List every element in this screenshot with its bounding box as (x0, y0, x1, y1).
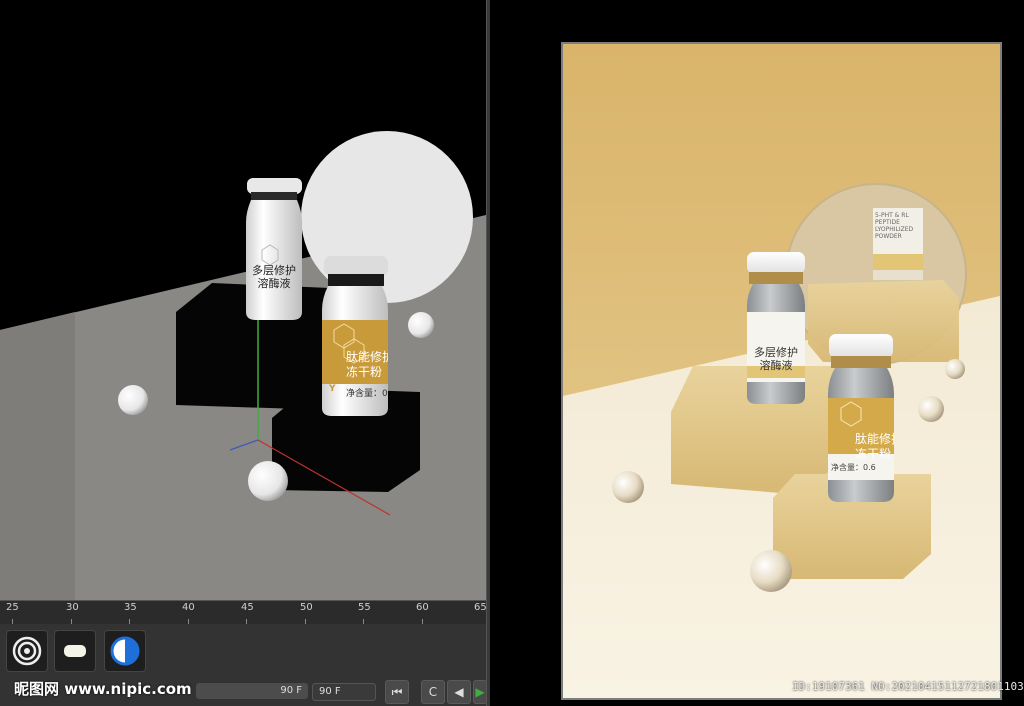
viewport-front-bottle-label: 肽能修护 冻干粉 (346, 350, 388, 380)
front-bottle-line1: 肽能修护 (346, 350, 388, 364)
preview-end-field[interactable]: 90 F (312, 683, 376, 701)
render-bottle-right (828, 334, 894, 502)
render-right-net: 净含量：0.6 (831, 463, 876, 472)
area-light-button[interactable] (54, 630, 96, 672)
render-left-line2: 溶酶液 (759, 359, 793, 372)
render-right-line1: 肽能修护 (855, 432, 894, 446)
sphere-left (118, 385, 148, 415)
loop-button[interactable]: C (421, 680, 445, 704)
render-left-line1: 多层修护 (754, 346, 798, 359)
back-bottle-line1: 多层修护 (252, 264, 296, 277)
3d-viewport[interactable]: 多层修护 溶酶液 肽能修护 冻干粉 净含量：0. Y (0, 0, 486, 600)
back-bottle-line2: 溶酶液 (257, 277, 291, 290)
tick-label: 25 (6, 602, 19, 613)
render-frame: 多层修护 溶酶液 肽能修护 冻干粉 净含量：0.6 5-PHT & RL PEP… (561, 42, 1002, 700)
viewport-back-bottle-label: 多层修护 溶酶液 (249, 264, 299, 290)
area-light-icon (64, 645, 86, 657)
front-bottle-mark: Y (329, 384, 336, 394)
light-target-icon (12, 636, 42, 666)
front-bottle-line2: 冻干粉 (346, 365, 383, 379)
tick-label: 60 (416, 602, 429, 613)
end-frame-field[interactable]: 90 F (196, 683, 308, 699)
timeline-ruler[interactable]: 25 30 35 40 45 50 55 60 65 (0, 600, 486, 625)
glass-sphere (612, 471, 644, 503)
tick-label: 30 (66, 602, 79, 613)
viewport-scene (0, 0, 486, 600)
render-right-line2: 冻干粉 (855, 447, 892, 461)
tick-label: 40 (182, 602, 195, 613)
nipic-watermark: 昵图网 www.nipic.com (14, 680, 192, 698)
front-bottle-net: 净含量：0. (346, 389, 388, 399)
play-forward-button[interactable]: ▶ (473, 680, 486, 704)
light-target-button[interactable] (6, 630, 48, 672)
glass-sphere (750, 550, 792, 592)
backdrop-disc (301, 131, 473, 303)
tick-label: 45 (241, 602, 254, 613)
glass-sphere (918, 396, 944, 422)
image-id-watermark: ID:19107361 NO:20210415112721801103 (792, 680, 1024, 693)
tick-label: 65 (474, 602, 486, 613)
render-bottle-left (747, 252, 805, 404)
half-moon-button[interactable] (104, 630, 146, 672)
play-backward-button[interactable]: ◀ (447, 680, 471, 704)
sphere-front (248, 461, 288, 501)
half-moon-icon (110, 636, 140, 666)
tick-label: 55 (358, 602, 371, 613)
bottle-back (246, 178, 302, 320)
mirror-label: 5-PHT & RL PEPTIDE LYOPHILIZED POWDER (875, 212, 914, 240)
render-left-label: 多层修护 溶酶液 (747, 346, 805, 372)
glass-sphere (945, 359, 965, 379)
sphere-right (408, 312, 434, 338)
tick-label: 50 (300, 602, 313, 613)
render-right-label: 肽能修护 冻干粉 (855, 432, 894, 462)
tick-label: 35 (124, 602, 137, 613)
editor-pane: 多层修护 溶酶液 肽能修护 冻干粉 净含量：0. Y 25 30 35 40 4… (0, 0, 486, 706)
go-to-start-button[interactable]: ⏮ (385, 680, 409, 704)
